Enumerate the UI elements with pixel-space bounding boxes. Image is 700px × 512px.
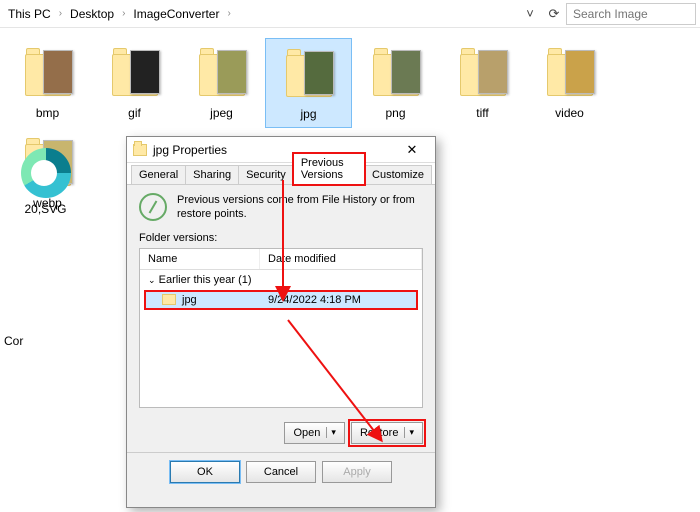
folder-label: png xyxy=(385,106,405,120)
breadcrumb-this-pc[interactable]: This PC xyxy=(4,5,55,23)
folder-icon xyxy=(454,44,512,102)
column-date[interactable]: Date modified xyxy=(260,249,422,269)
breadcrumb-current[interactable]: ImageConverter xyxy=(129,5,223,23)
close-icon[interactable]: ✕ xyxy=(395,140,429,160)
breadcrumb-desktop[interactable]: Desktop xyxy=(66,5,118,23)
address-dropdown-icon[interactable]: ˅ xyxy=(518,2,542,26)
folder-label: jpeg xyxy=(210,106,233,120)
dialog-titlebar[interactable]: jpg Properties ✕ xyxy=(127,137,435,163)
chevron-right-icon[interactable]: › xyxy=(55,8,66,19)
action-button-row: Open▾ Restore▾ xyxy=(139,422,423,444)
folder-label: bmp xyxy=(36,106,59,120)
properties-dialog: jpg Properties ✕ GeneralSharingSecurityP… xyxy=(126,136,436,508)
folder-icon xyxy=(193,44,251,102)
refresh-icon[interactable]: ⟳ xyxy=(542,2,566,26)
folder-label: jpg xyxy=(300,107,316,121)
chevron-right-icon[interactable]: › xyxy=(118,8,129,19)
folder-icon xyxy=(19,44,77,102)
file-edge-svg[interactable]: 20,SVG xyxy=(2,142,89,222)
row-name: jpg xyxy=(182,294,268,306)
list-header: Name Date modified xyxy=(140,249,422,270)
info-text: Previous versions come from File History… xyxy=(177,193,423,222)
version-row[interactable]: jpg9/24/2022 4:18 PM xyxy=(146,292,416,308)
tab-security[interactable]: Security xyxy=(238,165,294,184)
folder-png[interactable]: png xyxy=(352,38,439,128)
dialog-footer: OK Cancel Apply xyxy=(127,452,435,491)
open-button[interactable]: Open▾ xyxy=(284,422,344,444)
tab-previous-versions[interactable]: Previous Versions xyxy=(293,153,365,185)
dropdown-arrow-icon[interactable]: ▾ xyxy=(326,427,336,438)
section-label: Folder versions: xyxy=(139,232,423,244)
dropdown-arrow-icon[interactable]: ▾ xyxy=(404,427,414,438)
dialog-body: Previous versions come from File History… xyxy=(127,185,435,452)
versions-list[interactable]: Name Date modified ⌄ Earlier this year (… xyxy=(139,248,423,408)
folder-jpg[interactable]: jpg xyxy=(265,38,352,128)
folder-bmp[interactable]: bmp xyxy=(4,38,91,128)
folder-tiff[interactable]: tiff xyxy=(439,38,526,128)
folder-label: tiff xyxy=(476,106,488,120)
address-bar: This PC › Desktop › ImageConverter › ˅ ⟳ xyxy=(0,0,700,28)
folder-label: gif xyxy=(128,106,141,120)
apply-button[interactable]: Apply xyxy=(322,461,392,483)
folder-icon xyxy=(162,294,176,305)
cancel-button[interactable]: Cancel xyxy=(246,461,316,483)
tab-general[interactable]: General xyxy=(131,165,186,184)
tab-customize[interactable]: Customize xyxy=(364,165,432,184)
folder-icon xyxy=(106,44,164,102)
search-input[interactable] xyxy=(566,3,696,25)
folder-icon xyxy=(367,44,425,102)
folder-icon xyxy=(133,144,147,156)
tab-sharing[interactable]: Sharing xyxy=(185,165,239,184)
dialog-tabstrip: GeneralSharingSecurityPrevious VersionsC… xyxy=(127,163,435,185)
list-group-header[interactable]: ⌄ Earlier this year (1) xyxy=(140,270,422,290)
chevron-right-icon[interactable]: › xyxy=(223,8,234,19)
folder-jpeg[interactable]: jpeg xyxy=(178,38,265,128)
row-date: 9/24/2022 4:18 PM xyxy=(268,294,361,306)
folder-icon xyxy=(541,44,599,102)
edge-icon xyxy=(21,148,71,198)
history-icon xyxy=(139,193,167,221)
folder-icon xyxy=(280,45,338,103)
column-name[interactable]: Name xyxy=(140,249,260,269)
folder-label: video xyxy=(555,106,584,120)
file-label: 20,SVG xyxy=(24,202,66,216)
ok-button[interactable]: OK xyxy=(170,461,240,483)
folder-video[interactable]: video xyxy=(526,38,613,128)
folder-gif[interactable]: gif xyxy=(91,38,178,128)
restore-button[interactable]: Restore▾ xyxy=(351,422,423,444)
sidebar-cutoff-label: Cor xyxy=(4,334,23,348)
